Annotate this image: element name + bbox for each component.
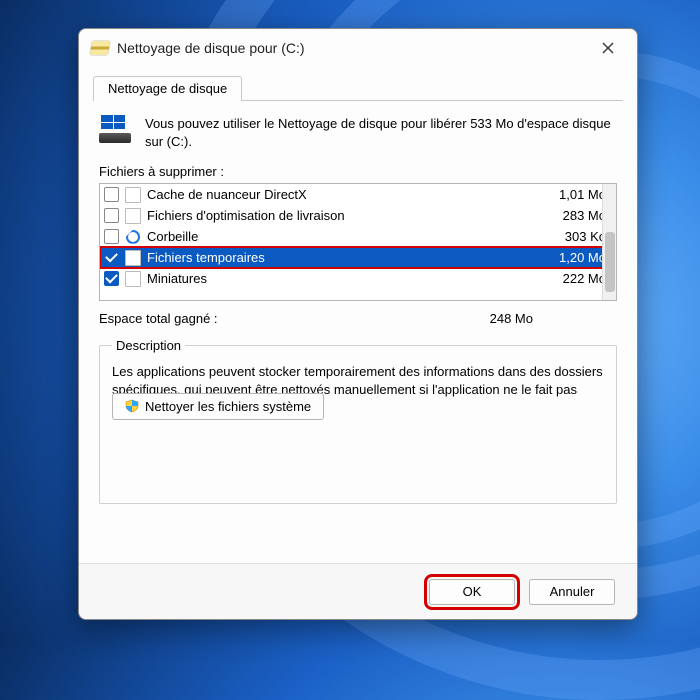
- file-size: 222 Mo: [540, 271, 610, 286]
- file-row[interactable]: Corbeille303 Ko: [100, 226, 616, 247]
- files-to-delete-label: Fichiers à supprimer :: [99, 164, 617, 179]
- close-icon: [602, 42, 614, 54]
- cancel-button[interactable]: Annuler: [529, 579, 615, 605]
- file-size: 283 Mo: [540, 208, 610, 223]
- total-space-row: Espace total gagné : 248 Mo: [99, 311, 617, 326]
- file-icon: [125, 271, 141, 287]
- total-space-value: 248 Mo: [490, 311, 617, 326]
- recycle-bin-icon: [125, 229, 141, 245]
- file-checkbox[interactable]: [104, 229, 119, 244]
- drive-icon: [99, 115, 133, 143]
- tab-label: Nettoyage de disque: [108, 81, 227, 96]
- file-row[interactable]: Miniatures222 Mo: [100, 268, 616, 289]
- disk-cleanup-dialog: Nettoyage de disque pour (C:) Nettoyage …: [78, 28, 638, 620]
- cancel-button-label: Annuler: [550, 584, 595, 599]
- tab-disk-cleanup[interactable]: Nettoyage de disque: [93, 76, 242, 101]
- file-name: Fichiers temporaires: [147, 250, 540, 265]
- files-to-delete-list[interactable]: Cache de nuanceur DirectX1,01 MoFichiers…: [99, 183, 617, 301]
- file-size: 303 Ko: [540, 229, 610, 244]
- file-size: 1,20 Mo: [540, 250, 610, 265]
- file-row[interactable]: Fichiers d'optimisation de livraison283 …: [100, 205, 616, 226]
- file-row[interactable]: Cache de nuanceur DirectX1,01 Mo: [100, 184, 616, 205]
- disk-cleanup-icon: [90, 41, 110, 55]
- scrollbar-thumb[interactable]: [605, 232, 615, 292]
- intro-text: Vous pouvez utiliser le Nettoyage de dis…: [145, 115, 617, 150]
- file-checkbox[interactable]: [104, 271, 119, 286]
- tabstrip: Nettoyage de disque: [93, 73, 623, 101]
- file-name: Cache de nuanceur DirectX: [147, 187, 540, 202]
- shield-icon: [125, 399, 139, 413]
- file-checkbox[interactable]: [104, 250, 119, 265]
- file-name: Fichiers d'optimisation de livraison: [147, 208, 540, 223]
- file-row[interactable]: Fichiers temporaires1,20 Mo: [100, 247, 616, 268]
- file-checkbox[interactable]: [104, 208, 119, 223]
- total-space-label: Espace total gagné :: [99, 311, 218, 326]
- file-icon: [125, 187, 141, 203]
- file-icon: [125, 250, 141, 266]
- clean-system-files-label: Nettoyer les fichiers système: [145, 399, 311, 414]
- titlebar: Nettoyage de disque pour (C:): [79, 29, 637, 67]
- file-icon: [125, 208, 141, 224]
- file-name: Corbeille: [147, 229, 540, 244]
- clean-system-files-button[interactable]: Nettoyer les fichiers système: [112, 393, 324, 420]
- description-group: Description Les applications peuvent sto…: [99, 338, 617, 504]
- file-checkbox[interactable]: [104, 187, 119, 202]
- window-title: Nettoyage de disque pour (C:): [117, 40, 585, 56]
- close-button[interactable]: [585, 32, 631, 64]
- file-size: 1,01 Mo: [540, 187, 610, 202]
- ok-button[interactable]: OK: [429, 579, 515, 605]
- description-legend: Description: [112, 338, 185, 353]
- ok-button-label: OK: [463, 584, 482, 599]
- file-name: Miniatures: [147, 271, 540, 286]
- client-area: Nettoyage de disque Vous pouvez utiliser…: [79, 67, 637, 563]
- intro-block: Vous pouvez utiliser le Nettoyage de dis…: [99, 115, 617, 150]
- dialog-footer: OK Annuler: [79, 563, 637, 619]
- scrollbar[interactable]: [602, 184, 616, 300]
